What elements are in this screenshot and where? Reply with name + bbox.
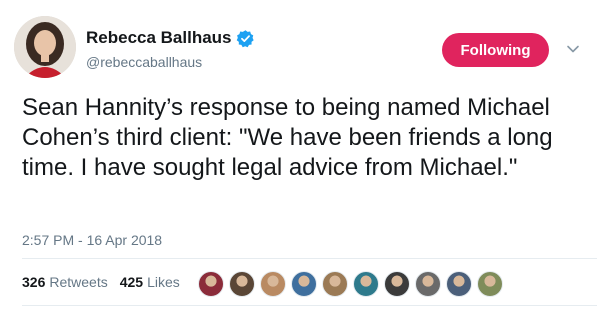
likes-label: Likes — [147, 274, 180, 290]
liker-avatars — [198, 271, 508, 297]
liker-avatar[interactable] — [198, 271, 224, 297]
tweet-text: Sean Hannity’s response to being named M… — [22, 94, 553, 181]
liker-avatar[interactable] — [446, 271, 472, 297]
verified-badge-icon — [236, 29, 255, 48]
author-handle[interactable]: @rebeccaballhaus — [86, 54, 202, 70]
divider — [22, 258, 597, 259]
liker-avatar[interactable] — [322, 271, 348, 297]
divider — [22, 305, 597, 306]
retweets-count: 326 — [22, 274, 46, 290]
liker-avatar[interactable] — [477, 271, 503, 297]
retweets-label: Retweets — [49, 274, 108, 290]
liker-avatar[interactable] — [384, 271, 410, 297]
tweet-card: Rebecca Ballhaus @rebeccaballhaus Follow… — [0, 0, 607, 313]
liker-avatar[interactable] — [260, 271, 286, 297]
author-name-row: Rebecca Ballhaus — [86, 28, 255, 48]
liker-avatar[interactable] — [291, 271, 317, 297]
liker-avatar[interactable] — [415, 271, 441, 297]
likes-count: 425 — [119, 274, 144, 290]
chevron-down-icon[interactable] — [566, 42, 580, 56]
likes-stat[interactable]: 425 Likes — [120, 274, 180, 290]
liker-avatar[interactable] — [353, 271, 379, 297]
following-button[interactable]: Following — [442, 33, 549, 67]
retweets-stat[interactable]: 326 Retweets — [22, 274, 108, 290]
author-display-name[interactable]: Rebecca Ballhaus — [86, 28, 232, 48]
tweet-timestamp[interactable]: 2:57 PM - 16 Apr 2018 — [22, 232, 162, 248]
author-avatar[interactable] — [14, 16, 76, 78]
liker-avatar[interactable] — [229, 271, 255, 297]
tweet-stats: 326 Retweets 425 Likes — [22, 274, 192, 290]
